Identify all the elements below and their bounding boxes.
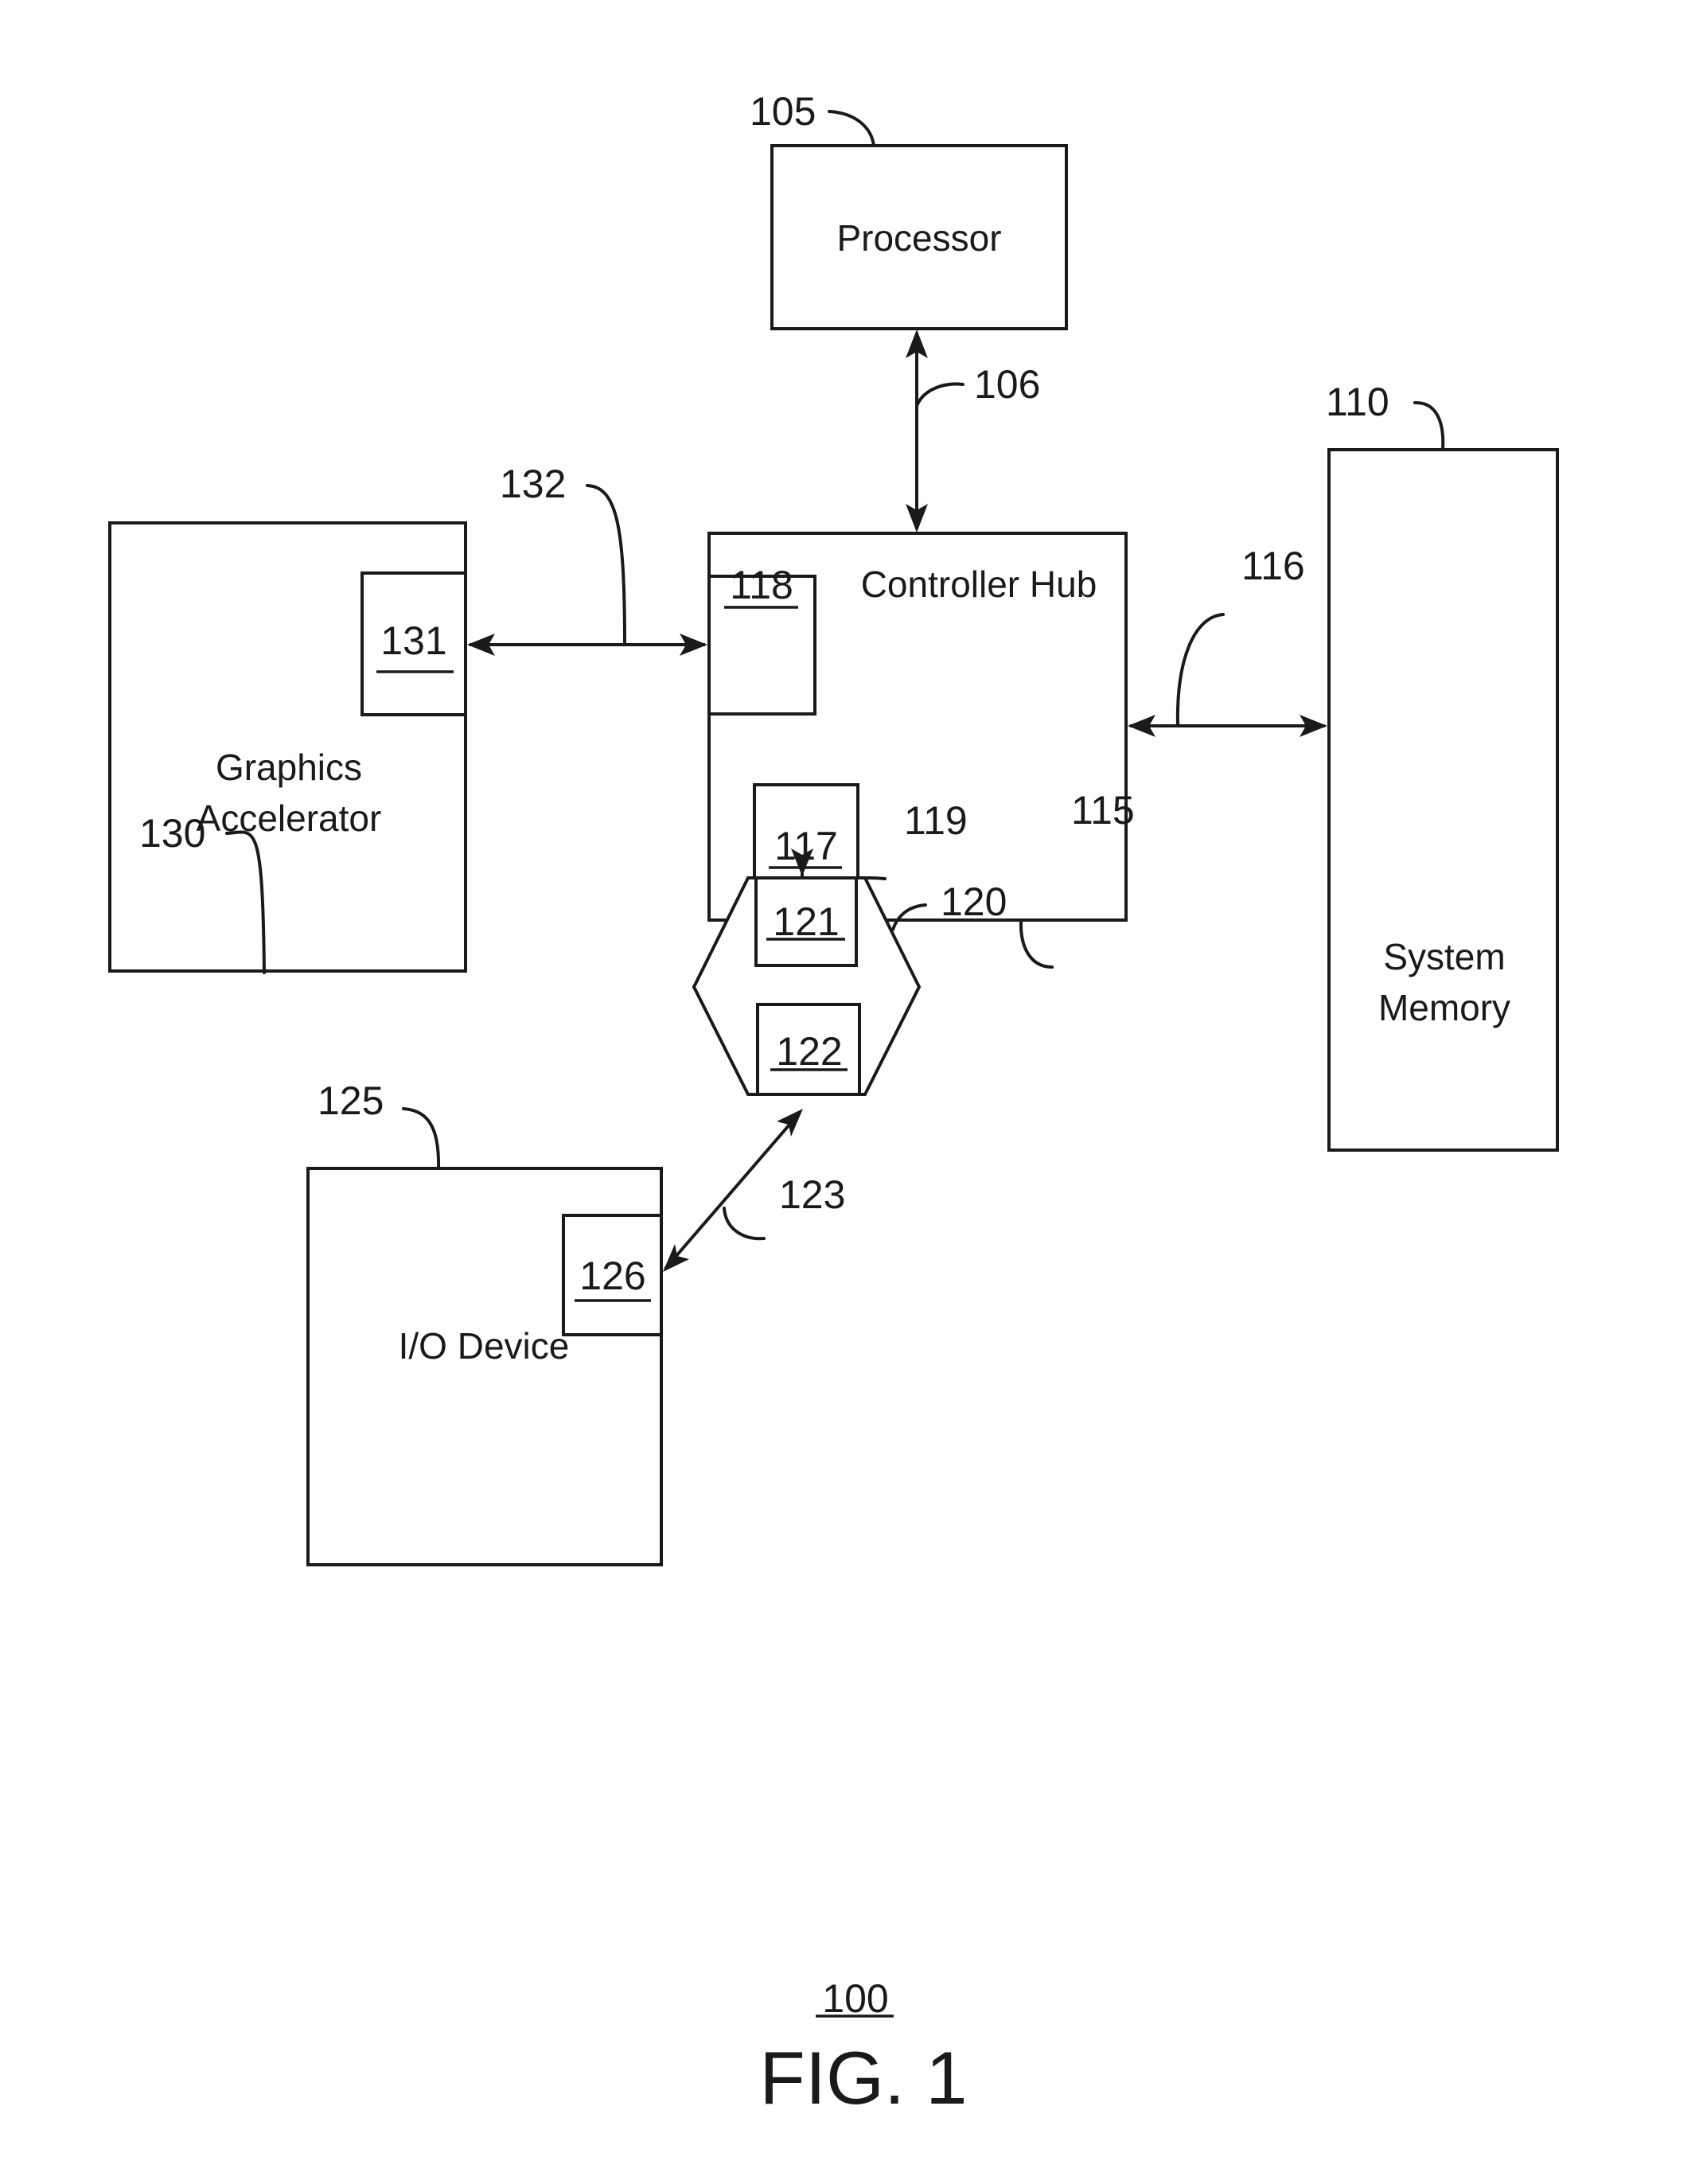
ref-118: 118 <box>730 563 793 607</box>
ref-125: 125 <box>318 1078 384 1123</box>
figure-reference: 100 <box>822 1976 888 2021</box>
figure-caption: FIG. 1 <box>759 2036 967 2120</box>
ref-110: 110 <box>1326 380 1389 424</box>
controller-hub-block: Controller Hub 118 <box>707 532 1128 922</box>
controller-hub-label: Controller Hub <box>861 564 1097 605</box>
ref-122: 122 <box>776 1029 842 1074</box>
ref-105: 105 <box>750 89 816 134</box>
graphics-label-line2: Accelerator <box>197 798 382 839</box>
leader-106 <box>915 382 965 408</box>
system-memory-label-line1: System <box>1383 936 1505 977</box>
block-diagram: marker#ah { overflow: visible; } Process… <box>108 89 1559 2120</box>
ref-121: 121 <box>773 899 839 944</box>
graphics-port-131: 131 <box>360 571 467 716</box>
system-memory-label-line2: Memory <box>1378 987 1510 1028</box>
leader-123 <box>723 1207 766 1241</box>
processor-label: Processor <box>836 217 1001 259</box>
ref-115: 115 <box>1071 788 1135 833</box>
ref-116: 116 <box>1241 544 1305 588</box>
ref-132: 132 <box>500 462 566 506</box>
switch-port-121: 121 <box>754 876 858 967</box>
io-device-block: I/O Device 126 <box>306 1167 663 1566</box>
io-port-126: 126 <box>562 1214 663 1336</box>
ref-130: 130 <box>139 811 205 856</box>
leader-125 <box>402 1107 441 1170</box>
ref-126: 126 <box>579 1254 645 1298</box>
ref-131: 131 <box>380 618 446 663</box>
graphics-accelerator-block: Graphics Accelerator 131 <box>108 521 467 973</box>
graphics-label-line1: Graphics <box>216 747 362 788</box>
ref-106: 106 <box>974 362 1040 407</box>
io-device-label: I/O Device <box>399 1325 570 1367</box>
ref-123: 123 <box>779 1172 845 1217</box>
system-memory-block: System Memory <box>1327 448 1559 1152</box>
leader-132 <box>586 484 626 646</box>
hub-port-118: 118 <box>707 563 816 716</box>
ref-120: 120 <box>941 879 1007 924</box>
leader-110 <box>1413 400 1445 451</box>
leader-105 <box>828 110 875 147</box>
leader-116 <box>1175 613 1225 727</box>
processor-block: Processor <box>770 144 1068 330</box>
leader-115 <box>1019 920 1054 969</box>
ref-119: 119 <box>904 798 968 843</box>
switch-port-122: 122 <box>756 1003 861 1096</box>
